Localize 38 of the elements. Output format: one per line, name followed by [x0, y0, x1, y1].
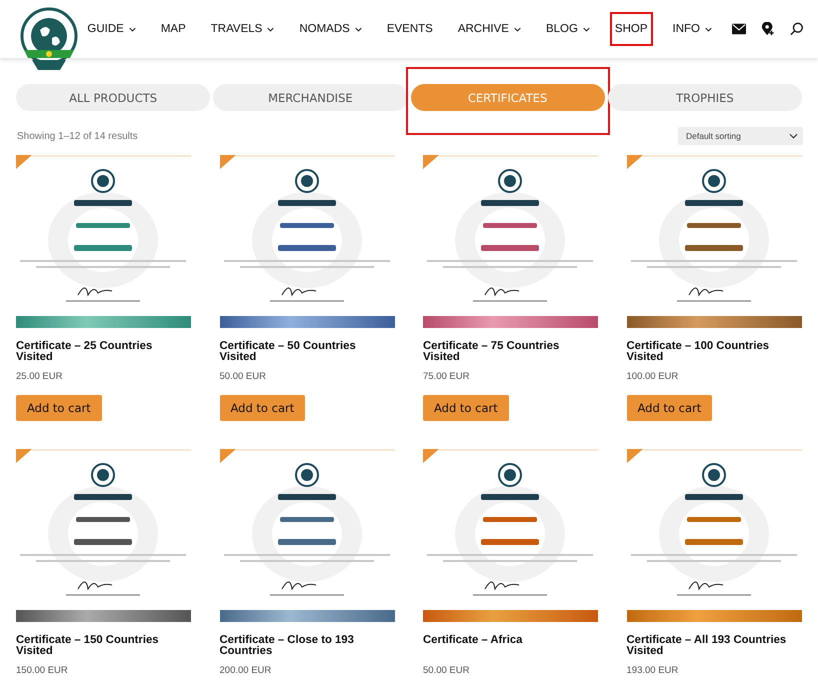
nav-link[interactable]: BLOG [540, 17, 595, 41]
category-tab[interactable]: TROPHIES [608, 84, 802, 111]
product-title[interactable]: Certificate – 100 Countries Visited [626, 341, 802, 362]
result-count: Showing 1–12 of 14 results [17, 130, 138, 142]
nav-link[interactable]: TRAVELS [206, 17, 280, 41]
add-to-cart-button[interactable]: Add to cart [16, 395, 102, 421]
search-icon[interactable] [790, 22, 804, 36]
category-tab[interactable]: MERCHANDISE [213, 84, 408, 111]
nav-link[interactable]: ARCHIVE [452, 17, 526, 41]
product-price: 50.00 EUR [220, 371, 266, 382]
add-to-cart-button[interactable]: Add to cart [220, 395, 306, 421]
nav-link[interactable]: MAP [156, 17, 191, 41]
nav-link[interactable]: GUIDE [82, 17, 141, 41]
product-price: 25.00 EUR [16, 371, 62, 382]
category-tab[interactable]: ALL PRODUCTS [16, 84, 210, 111]
product-title[interactable]: Certificate – All 193 Countries Visited [626, 635, 802, 656]
sorting-dropdown[interactable]: Default sorting [678, 127, 803, 145]
product-price: 50.00 EUR [423, 665, 470, 676]
add-to-cart-button[interactable]: Add to cart [626, 395, 712, 421]
product-title[interactable]: Certificate – Africa [423, 635, 522, 656]
product-price: 100.00 EUR [626, 371, 678, 382]
product-title[interactable]: Certificate – Close to 193 Countries [220, 635, 394, 656]
chevron-down-icon [789, 133, 798, 139]
product-price: 193.00 EUR [626, 665, 678, 676]
product-title[interactable]: Certificate – 50 Countries Visited [220, 341, 394, 362]
nav-link[interactable]: NOMADS [294, 17, 367, 41]
add-to-cart-button[interactable]: Add to cart [423, 395, 509, 421]
map-pin-plus-icon[interactable] [761, 22, 775, 36]
product-title[interactable]: Certificate – 150 Countries Visited [16, 635, 191, 656]
product-price: 150.00 EUR [16, 665, 68, 676]
product-price: 75.00 EUR [423, 371, 470, 382]
nav-link[interactable]: INFO [668, 17, 717, 41]
product-price: 200.00 EUR [220, 665, 272, 676]
product-title[interactable]: Certificate – 25 Countries Visited [16, 341, 191, 362]
nav-link[interactable]: EVENTS [382, 17, 438, 41]
nav-link[interactable]: SHOP [610, 12, 653, 46]
product-title[interactable]: Certificate – 75 Countries Visited [423, 341, 598, 362]
envelope-icon[interactable] [732, 22, 746, 36]
